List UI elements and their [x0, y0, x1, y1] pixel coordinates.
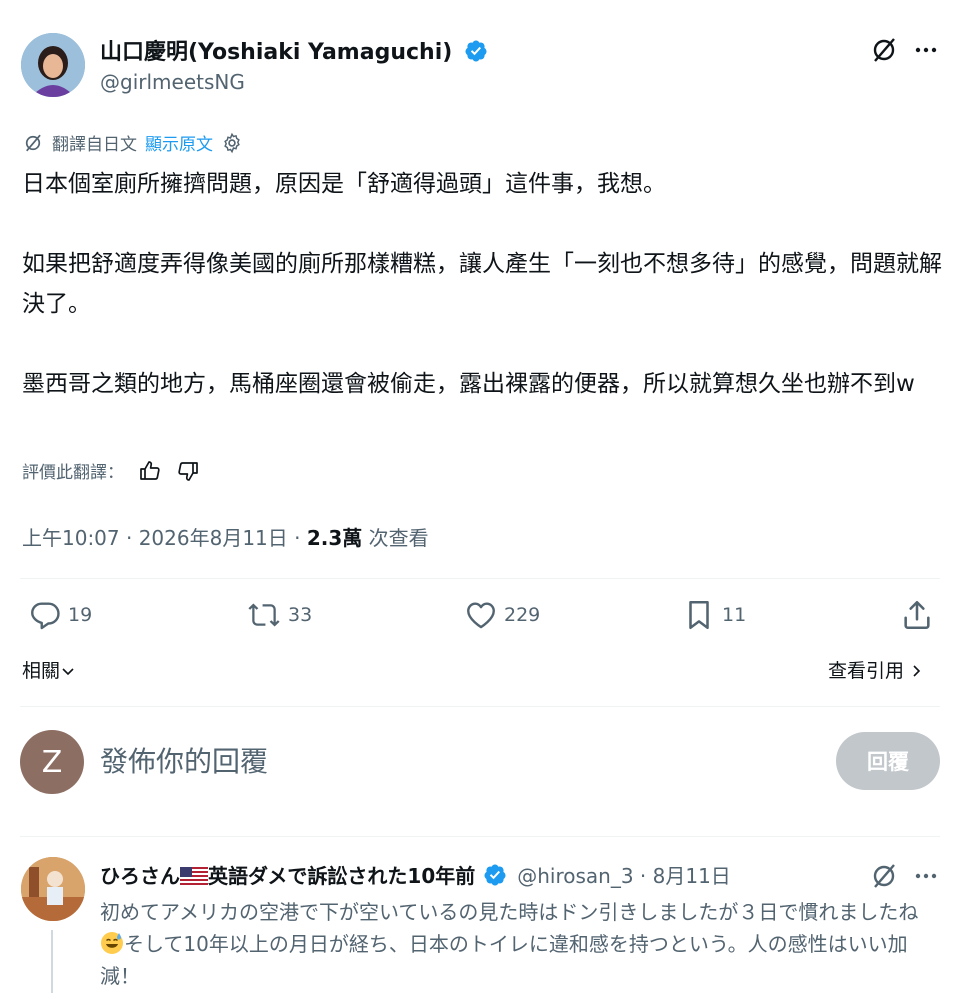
thread-line	[51, 930, 53, 993]
related-label: 相關	[22, 660, 61, 682]
avatar-letter: Z	[41, 744, 63, 780]
sweat-smile-emoji-icon	[101, 932, 123, 954]
author-avatar[interactable]	[21, 33, 85, 97]
reply-text-part: 初めてアメリカの空港で下が空いているの見た時はドン引きしましたが３日で慣れました…	[100, 900, 919, 924]
translated-from-label: 翻譯自日文	[52, 135, 137, 155]
chevron-right-icon	[913, 665, 921, 677]
verified-badge-icon	[465, 40, 487, 62]
grok-icon[interactable]	[870, 36, 898, 64]
divider	[20, 836, 940, 837]
more-options-icon[interactable]	[912, 36, 940, 64]
share-action[interactable]	[900, 598, 934, 632]
heart-icon	[467, 602, 495, 629]
reply-author-name[interactable]: ひろさん 英語ダメで訴訟された10年前	[100, 860, 475, 889]
related-dropdown[interactable]: 相關	[22, 656, 76, 683]
reply-action[interactable]: 19	[28, 598, 92, 632]
thumbs-up-icon[interactable]	[138, 459, 162, 483]
tweet-timestamp[interactable]: 上午10:07 · 2026年8月11日 ·	[22, 526, 307, 550]
more-options-icon[interactable]	[912, 862, 940, 890]
reply-handle-time[interactable]: @hirosan_3 · 8月11日	[517, 860, 731, 889]
view-count: 2.3萬	[306, 526, 363, 550]
tweet-paragraph: 日本個室廁所擁擠問題，原因是「舒適得過頭」這件事，我想。	[22, 171, 666, 197]
tweet-actions: 19 33 229 11	[20, 598, 940, 642]
reply-author-name-part: ひろさん	[100, 864, 180, 888]
bookmark-action[interactable]: 11	[682, 598, 746, 632]
tweet-paragraph: 如果把舒適度弄得像美國的廁所那樣糟糕，讓人產生「一刻也不想多待」的感覺，問題就解…	[22, 251, 942, 317]
tweet-paragraph	[22, 204, 942, 244]
rate-translation-label: 評價此翻譯：	[22, 463, 124, 483]
tweet-paragraph	[22, 324, 942, 364]
grok-translate-icon	[25, 134, 41, 151]
author-name-text[interactable]: 山口慶明(Yoshiaki Yamaguchi)	[100, 40, 452, 65]
share-icon	[904, 600, 930, 630]
author-name[interactable]: 山口慶明(Yoshiaki Yamaguchi)	[100, 34, 488, 66]
view-count-label: 次查看	[362, 526, 429, 550]
thumbs-down-icon[interactable]	[176, 459, 200, 483]
like-action[interactable]: 229	[464, 598, 540, 632]
view-quotes-label: 查看引用	[828, 660, 905, 682]
reply-header: ひろさん 英語ダメで訴訟された10年前 @hirosan_3 · 8月11日	[100, 860, 731, 889]
reply-count: 19	[68, 604, 93, 626]
gear-icon[interactable]	[221, 132, 243, 154]
reply-text-part: そして10年以上の月日が経ち、日本のトイレに違和感を持つという。人の感性はいい加…	[100, 932, 908, 988]
chevron-down-icon	[62, 668, 74, 676]
reply-icon	[31, 602, 60, 630]
reply-input[interactable]: 發佈你的回覆	[100, 740, 268, 780]
divider	[20, 706, 940, 707]
tweet-text: 日本個室廁所擁擠問題，原因是「舒適得過頭」這件事，我想。 如果把舒適度弄得像美國…	[22, 164, 942, 404]
author-handle[interactable]: @girlmeetsNG	[100, 70, 245, 94]
retweet-action[interactable]: 33	[246, 598, 312, 632]
bookmark-count: 11	[722, 604, 747, 626]
retweet-icon	[248, 603, 280, 627]
us-flag-icon	[180, 867, 208, 885]
view-quotes-link[interactable]: 查看引用	[828, 656, 924, 683]
tweet-meta: 上午10:07 · 2026年8月11日 · 2.3萬 次查看	[22, 522, 429, 551]
reply-author-avatar[interactable]	[21, 857, 85, 921]
retweet-count: 33	[288, 604, 313, 626]
rate-translation: 評價此翻譯：	[22, 458, 200, 483]
reply-author-name-part: 英語ダメで訴訟された10年前	[208, 864, 476, 888]
verified-badge-icon	[484, 864, 506, 885]
grok-icon[interactable]	[870, 862, 898, 890]
reply-text: 初めてアメリカの空港で下が空いているの見た時はドン引きしましたが３日で慣れました…	[100, 896, 940, 992]
like-count: 229	[504, 604, 541, 626]
reply-button[interactable]: 回覆	[836, 732, 940, 790]
divider	[20, 578, 940, 579]
bookmark-icon	[689, 600, 709, 630]
translation-bar: 翻譯自日文 顯示原文	[22, 130, 243, 155]
tweet-paragraph: 墨西哥之類的地方，馬桶座圈還會被偷走，露出裸露的便器，所以就算想久坐也辦不到w	[22, 371, 915, 397]
current-user-avatar[interactable]: Z	[20, 730, 84, 794]
show-original-link[interactable]: 顯示原文	[145, 130, 213, 155]
